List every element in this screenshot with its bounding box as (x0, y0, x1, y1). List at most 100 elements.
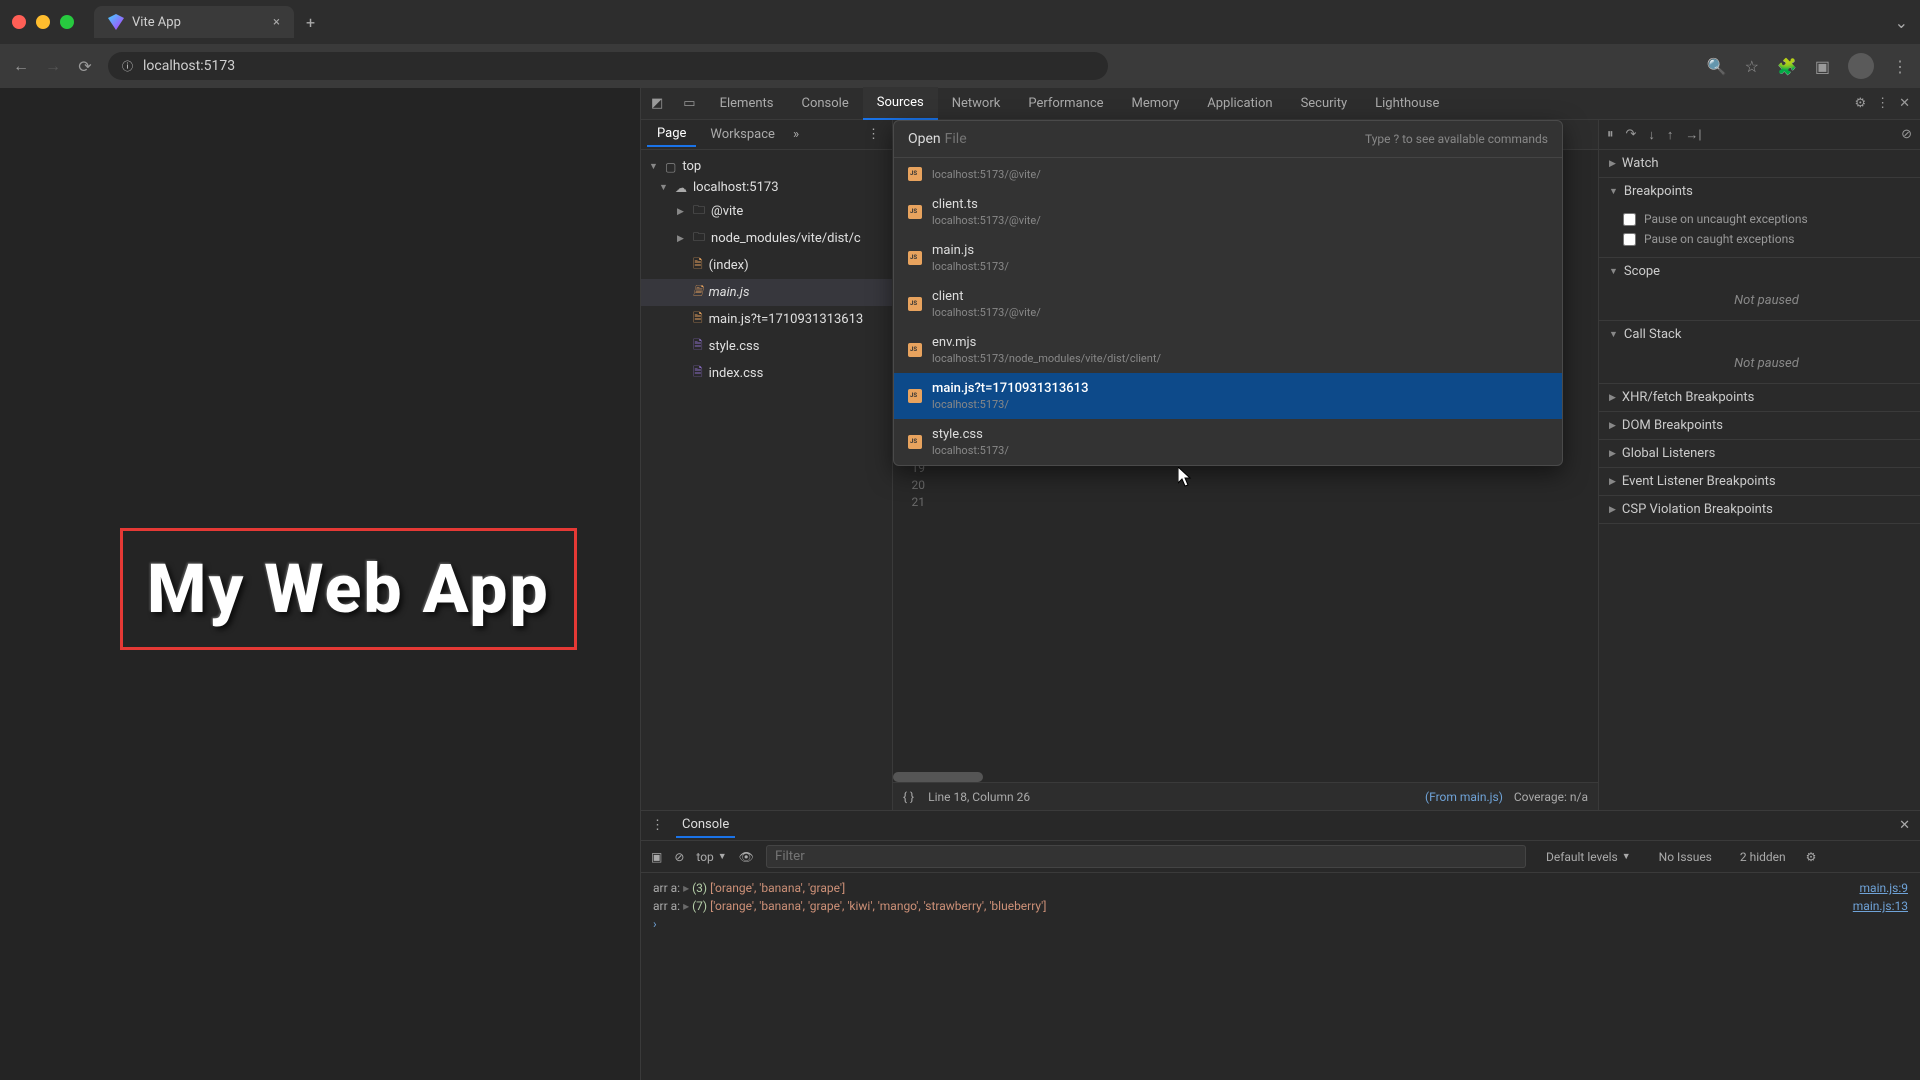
open-file-input[interactable] (945, 131, 1361, 147)
tab-close-button[interactable]: × (273, 15, 280, 30)
source-map-link[interactable]: (From main.js) (1425, 790, 1503, 804)
log-source-link[interactable]: main.js:9 (1860, 881, 1908, 895)
tree-node-modules[interactable]: ▶🗀node_modules/vite/dist/c (641, 225, 892, 252)
settings-icon[interactable]: ⚙ (1854, 96, 1866, 111)
pretty-print-button[interactable]: { } (903, 790, 914, 804)
tree-mainjs[interactable]: 🗎main.js (641, 279, 892, 306)
profile-avatar[interactable] (1848, 53, 1874, 79)
console-sidebar-toggle-icon[interactable]: ▣ (651, 850, 662, 864)
dbg-dom[interactable]: ▶DOM Breakpoints (1599, 412, 1920, 439)
tree-host[interactable]: ▼☁localhost:5173 (641, 177, 892, 198)
tab-sources[interactable]: Sources (863, 87, 938, 120)
log-levels-selector[interactable]: Default levels▼ (1538, 847, 1639, 867)
dbg-breakpoints[interactable]: ▼Breakpoints (1599, 178, 1920, 205)
dbg-scope[interactable]: ▼Scope (1599, 258, 1920, 285)
open-file-item[interactable]: style.csslocalhost:5173/ (894, 419, 1562, 465)
site-info-icon[interactable]: ⓘ (122, 58, 133, 74)
tab-title: Vite App (132, 15, 181, 30)
open-file-item[interactable]: localhost:5173/@vite/ (894, 158, 1562, 189)
tree-vite-folder[interactable]: ▶🗀@vite (641, 198, 892, 225)
forward-button[interactable]: → (44, 56, 62, 76)
pause-uncaught-checkbox[interactable]: Pause on uncaught exceptions (1623, 209, 1910, 229)
scope-not-paused: Not paused (1623, 289, 1910, 312)
live-expression-button[interactable]: 👁 (739, 850, 754, 864)
url-field[interactable]: ⓘ localhost:5173 (108, 52, 1108, 80)
back-button[interactable]: ← (12, 56, 30, 76)
dbg-watch[interactable]: ▶Watch (1599, 150, 1920, 177)
step-button[interactable]: →| (1685, 127, 1701, 143)
console-prompt[interactable]: › (653, 915, 1908, 933)
dbg-call-stack[interactable]: ▼Call Stack (1599, 321, 1920, 348)
tab-lighthouse[interactable]: Lighthouse (1361, 88, 1453, 119)
tab-application[interactable]: Application (1193, 88, 1286, 119)
new-tab-button[interactable]: + (302, 9, 319, 36)
tree-stylecss[interactable]: 🗎style.css (641, 333, 892, 360)
pause-button[interactable]: ⏸ (1607, 127, 1614, 142)
dbg-xhr[interactable]: ▶XHR/fetch Breakpoints (1599, 384, 1920, 411)
tab-console[interactable]: Console (787, 88, 862, 119)
reload-button[interactable]: ⟳ (76, 57, 94, 76)
dbg-csp[interactable]: ▶CSP Violation Breakpoints (1599, 496, 1920, 523)
console-tab[interactable]: Console (676, 813, 735, 838)
dbg-global[interactable]: ▶Global Listeners (1599, 440, 1920, 467)
open-file-item[interactable]: main.js?t=1710931313613localhost:5173/ (894, 373, 1562, 419)
window-maximize-button[interactable] (60, 15, 74, 29)
file-icon (908, 167, 922, 181)
devtools-close-icon[interactable]: ✕ (1899, 96, 1910, 111)
side-panel-icon[interactable]: ▣ (1815, 57, 1830, 76)
nav-tab-more[interactable]: » (793, 127, 799, 142)
console-body[interactable]: arr a: ▸ (3) ['orange', 'banana', 'grape… (641, 873, 1920, 1080)
console-settings-icon[interactable]: ⚙ (1806, 850, 1817, 864)
open-file-hint: Type ? to see available commands (1365, 132, 1548, 146)
context-selector[interactable]: top▼ (696, 850, 726, 864)
step-over-button[interactable]: ↷ (1626, 127, 1637, 142)
inspect-icon[interactable]: ◩ (641, 96, 673, 111)
tab-expand-button[interactable]: ⌄ (1895, 13, 1908, 32)
coverage-label: Coverage: n/a (1514, 790, 1588, 804)
window-minimize-button[interactable] (36, 15, 50, 29)
drawer-menu-icon[interactable]: ⋮ (651, 818, 664, 833)
zoom-icon[interactable]: 🔍 (1707, 57, 1727, 76)
console-close-button[interactable]: ✕ (1899, 818, 1910, 833)
bookmark-icon[interactable]: ☆ (1745, 57, 1759, 76)
nav-tab-workspace[interactable]: Workspace (700, 123, 785, 146)
deactivate-breakpoints-button[interactable]: ⊘ (1901, 127, 1912, 142)
window-close-button[interactable] (12, 15, 26, 29)
open-file-item[interactable]: clientlocalhost:5173/@vite/ (894, 281, 1562, 327)
open-file-item[interactable]: main.jslocalhost:5173/ (894, 235, 1562, 281)
open-file-item[interactable]: env.mjslocalhost:5173/node_modules/vite/… (894, 327, 1562, 373)
tree-top[interactable]: ▼▢top (641, 156, 892, 177)
browser-menu-icon[interactable]: ⋮ (1892, 57, 1908, 76)
browser-chrome: Vite App × + ⌄ ← → ⟳ ⓘ localhost:5173 🔍 … (0, 0, 1920, 88)
step-into-button[interactable]: ↓ (1648, 127, 1655, 143)
console-toolbar: ▣ ⊘ top▼ 👁 Default levels▼ No Issues 2 h… (641, 841, 1920, 873)
tree-indexcss[interactable]: 🗎index.css (641, 360, 892, 387)
debugger-panel: ⏸ ↷ ↓ ↑ →| ⊘ ▶Watch ▼Breakpoints Pause o… (1598, 120, 1920, 810)
tab-performance[interactable]: Performance (1014, 88, 1117, 119)
dbg-event[interactable]: ▶Event Listener Breakpoints (1599, 468, 1920, 495)
tree-mainjs-ts[interactable]: 🗎main.js?t=1710931313613 (641, 306, 892, 333)
tab-memory[interactable]: Memory (1118, 88, 1194, 119)
console-log-line[interactable]: arr a: ▸ (7) ['orange', 'banana', 'grape… (653, 897, 1908, 915)
pause-caught-checkbox[interactable]: Pause on caught exceptions (1623, 229, 1910, 249)
navigator-menu-icon[interactable]: ⋮ (861, 127, 886, 142)
clear-console-button[interactable]: ⊘ (674, 850, 684, 864)
tab-security[interactable]: Security (1287, 88, 1362, 119)
console-log-line[interactable]: arr a: ▸ (3) ['orange', 'banana', 'grape… (653, 879, 1908, 897)
step-out-button[interactable]: ↑ (1667, 127, 1674, 143)
tree-index[interactable]: 🗎(index) (641, 252, 892, 279)
editor-scrollbar[interactable] (893, 772, 983, 782)
open-file-dialog: Open Type ? to see available commands lo… (893, 120, 1563, 466)
open-file-item[interactable]: client.tslocalhost:5173/@vite/ (894, 189, 1562, 235)
device-toggle-icon[interactable]: ▭ (673, 96, 705, 111)
extensions-icon[interactable]: 🧩 (1777, 57, 1797, 76)
hidden-count[interactable]: 2 hidden (1732, 847, 1794, 867)
tab-elements[interactable]: Elements (706, 88, 788, 119)
log-source-link[interactable]: main.js:13 (1853, 899, 1908, 913)
tab-network[interactable]: Network (938, 88, 1015, 119)
devtools-menu-icon[interactable]: ⋮ (1876, 96, 1889, 111)
nav-tab-page[interactable]: Page (647, 122, 696, 147)
console-filter-input[interactable] (766, 845, 1526, 868)
browser-tab[interactable]: Vite App × (94, 6, 294, 38)
issues-button[interactable]: No Issues (1651, 847, 1720, 867)
